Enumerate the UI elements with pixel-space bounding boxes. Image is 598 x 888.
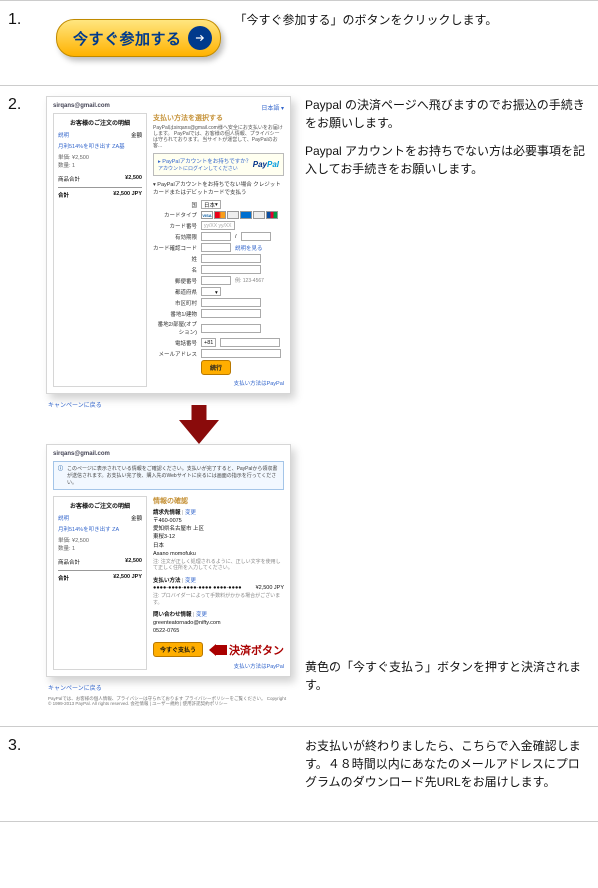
mastercard-icon bbox=[214, 211, 226, 219]
down-arrow-icon bbox=[106, 405, 291, 448]
payment-method-section: 支払い方法変更 ●●●●-●●●●-●●●●-●●●● ●●●●-●●●●¥2,… bbox=[153, 578, 284, 606]
tel-input[interactable] bbox=[220, 338, 280, 347]
address2-input[interactable] bbox=[201, 324, 261, 333]
visa-icon: VISA bbox=[201, 211, 213, 219]
step-1-number: 1. bbox=[8, 11, 36, 65]
modify-link[interactable]: 変更 bbox=[185, 578, 196, 584]
city-input[interactable] bbox=[201, 298, 261, 307]
modify-link[interactable]: 変更 bbox=[185, 510, 196, 516]
step-1: 1. 今すぐ参加する 「今すぐ参加する」のボタンをクリックします。 bbox=[0, 0, 598, 85]
pay-now-button[interactable]: 今すぐ支払う bbox=[153, 642, 203, 657]
step-1-button-area: 今すぐ参加する bbox=[46, 11, 221, 65]
modify-link[interactable]: 変更 bbox=[196, 612, 207, 618]
exp-month-input[interactable] bbox=[201, 232, 231, 241]
lastname-input[interactable] bbox=[201, 254, 261, 263]
legal-footer: PayPalでは、お客様の個人情報、プライバシーは守られております プライバシー… bbox=[46, 696, 291, 707]
order-summary: お客様のご注文の明細 説明金額 月利514%を叩き出す ZA基 単価: ¥2,5… bbox=[53, 113, 147, 387]
paypal-confirm-panel: sirqans@gmail.com ⓘ このページに表示されている情報をご確認く… bbox=[46, 444, 291, 677]
step-2: 2. 日本語 ▾ sirqans@gmail.com お客様のご注文の明細 説明… bbox=[0, 85, 598, 726]
confirm-heading: 情報の確認 bbox=[153, 496, 284, 506]
contact-info-section: 問い合わせ情報変更 greenteatornado@nifty.com 0522… bbox=[153, 612, 284, 635]
order-summary: お客様のご注文の明細 説明金額 月利514%を叩き出す ZA 単価: ¥2,50… bbox=[53, 496, 147, 670]
join-now-button[interactable]: 今すぐ参加する bbox=[56, 19, 221, 57]
step-3: 3. お支払いが終わりましたら、こちらで入金確認します。４８時間以内にあなたのメ… bbox=[0, 726, 598, 822]
country-select[interactable]: 日本 ▾ bbox=[201, 200, 221, 209]
arrow-right-icon bbox=[188, 26, 212, 50]
merchant-email: sirqans@gmail.com bbox=[53, 103, 284, 109]
paypal-checkout-panel: 日本語 ▾ sirqans@gmail.com お客様のご注文の明細 説明金額 … bbox=[46, 96, 291, 394]
payment-form: 支払い方法を選択する PayPalはsirqans@gmail.com様へ安全に… bbox=[153, 113, 284, 387]
paypal-login-box[interactable]: ▸ PayPalアカウントをお持ちですか？ アカウントにログインしてください P… bbox=[153, 153, 284, 176]
card-icon bbox=[227, 211, 239, 219]
address1-input[interactable] bbox=[201, 309, 261, 318]
jcb-icon bbox=[266, 211, 278, 219]
email-input[interactable] bbox=[201, 349, 281, 358]
merchant-email: sirqans@gmail.com bbox=[53, 451, 284, 457]
tel-prefix[interactable]: +81 bbox=[201, 338, 216, 347]
payment-button-callout: 決済ボタン bbox=[209, 642, 284, 658]
card-number-input[interactable]: yy/XX yy/XX bbox=[201, 221, 235, 230]
language-link[interactable]: 日本語 ▾ bbox=[261, 103, 284, 112]
zip-input[interactable] bbox=[201, 276, 231, 285]
exp-year-input[interactable] bbox=[241, 232, 271, 241]
order-item-name: 月利514%を叩き出す ZA基 bbox=[58, 142, 125, 150]
join-now-label: 今すぐ参加する bbox=[73, 28, 182, 49]
continue-button[interactable]: 続行 bbox=[201, 360, 231, 375]
card-type-icons[interactable]: VISA bbox=[201, 211, 278, 219]
step-1-description: 「今すぐ参加する」のボタンをクリックします。 bbox=[235, 11, 498, 39]
step-3-description: お支払いが終わりましたら、こちらで入金確認します。４８時間以内にあなたのメールア… bbox=[305, 737, 590, 801]
prefecture-select[interactable]: ▾ bbox=[201, 287, 221, 296]
card-icon bbox=[253, 211, 265, 219]
csc-input[interactable] bbox=[201, 243, 231, 252]
firstname-input[interactable] bbox=[201, 265, 261, 274]
info-notice: ⓘ このページに表示されている情報をご確認ください。支払いが完了すると、PayP… bbox=[53, 461, 284, 490]
paypal-logo-icon: PayPal bbox=[253, 160, 279, 169]
step-2-screenshots: 日本語 ▾ sirqans@gmail.com お客様のご注文の明細 説明金額 … bbox=[46, 96, 291, 706]
step-2-number: 2. bbox=[8, 96, 36, 706]
info-icon: ⓘ bbox=[58, 465, 63, 486]
back-to-offer-link[interactable]: キャンペーンに戻る bbox=[48, 683, 291, 692]
billing-info-section: 請求先情報変更 〒460-0075 愛知県名古屋市 上区 東桜3-12 日本 A… bbox=[153, 510, 284, 572]
step-3-number: 3. bbox=[8, 737, 36, 801]
amex-icon bbox=[240, 211, 252, 219]
csc-help-link[interactable]: 説明を見る bbox=[235, 244, 263, 252]
step-2-description: Paypal の決済ページへ飛びますのでお振込の手続きをお願いします。 Payp… bbox=[305, 96, 590, 704]
